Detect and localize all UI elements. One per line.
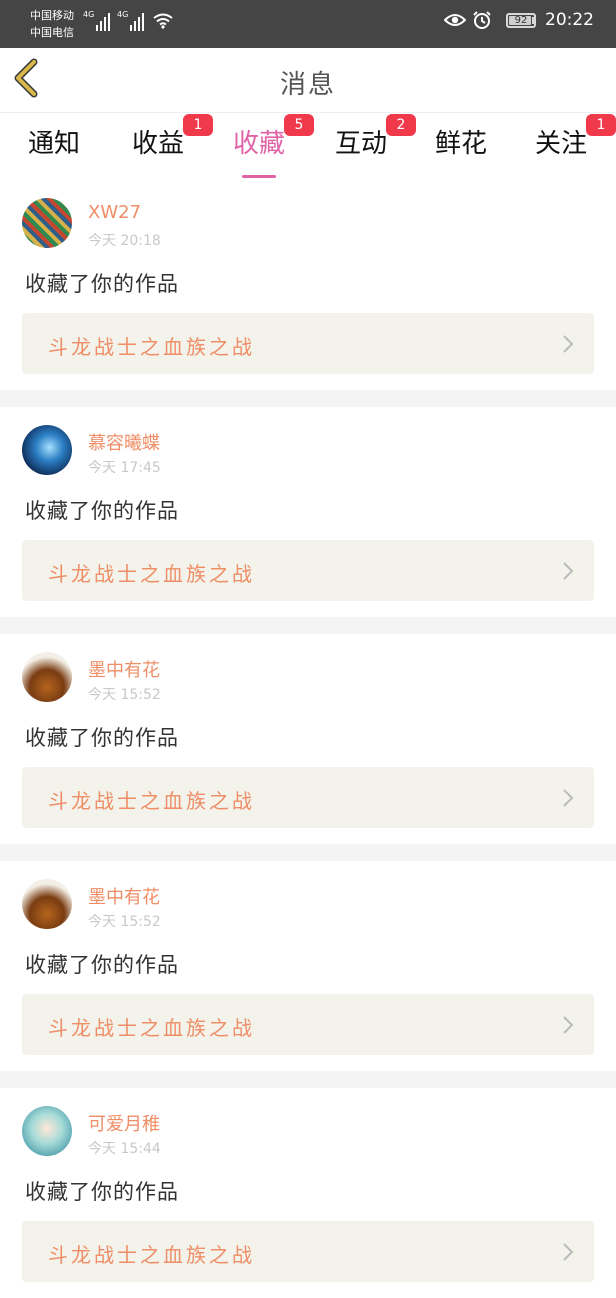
list-item: 慕容曦蝶 今天 17:45 收藏了你的作品 斗龙战士之血族之战: [0, 407, 616, 617]
message-list: XW27 今天 20:18 收藏了你的作品 斗龙战士之血族之战 慕容曦蝶 今天 …: [0, 180, 616, 1298]
timestamp: 今天 15:44: [88, 1141, 161, 1157]
signal-icon: 4G: [117, 10, 145, 31]
work-link[interactable]: 斗龙战士之血族之战: [22, 1221, 594, 1282]
clock: 20:22: [545, 10, 594, 30]
divider: [0, 1071, 616, 1088]
avatar[interactable]: [22, 198, 72, 248]
message-text: 收藏了你的作品: [25, 1180, 179, 1204]
avatar[interactable]: [22, 652, 72, 702]
list-item: 墨中有花 今天 15:52 收藏了你的作品 斗龙战士之血族之战: [0, 634, 616, 844]
work-link[interactable]: 斗龙战士之血族之战: [22, 540, 594, 601]
message-text: 收藏了你的作品: [25, 953, 179, 977]
tab-label: 关注: [534, 129, 587, 159]
eye-icon: [444, 14, 466, 26]
status-right-group: 92 20:22: [444, 10, 594, 30]
divider: [0, 390, 616, 407]
avatar[interactable]: [22, 425, 72, 475]
battery-icon: 92: [506, 12, 536, 28]
timestamp: 今天 20:18: [88, 233, 161, 249]
tab-bar: 通知 收益 1 收藏 5 互动 2 鲜花 关注 1: [0, 113, 616, 178]
chevron-right-icon: [563, 1243, 574, 1261]
network-type-label: 4G: [117, 10, 129, 19]
avatar[interactable]: [22, 1106, 72, 1156]
tab-label: 收藏: [232, 129, 285, 159]
timestamp: 今天 17:45: [88, 460, 161, 476]
list-item: XW27 今天 20:18 收藏了你的作品 斗龙战士之血族之战: [0, 180, 616, 390]
signal-icon: 4G: [83, 10, 111, 31]
username[interactable]: 墨中有花: [88, 883, 160, 909]
tab-following[interactable]: 关注 1: [516, 114, 616, 173]
work-link[interactable]: 斗龙战士之血族之战: [22, 313, 594, 374]
tab-label: 鲜花: [434, 129, 487, 159]
username[interactable]: 可爱月稚: [88, 1110, 160, 1136]
work-title: 斗龙战士之血族之战: [48, 562, 255, 586]
tab-favorites[interactable]: 收藏 5: [214, 114, 314, 178]
tab-label: 收益: [131, 129, 184, 159]
tab-badge: 2: [386, 114, 416, 136]
work-title: 斗龙战士之血族之战: [48, 1243, 255, 1267]
work-link[interactable]: 斗龙战士之血族之战: [22, 994, 594, 1055]
message-text: 收藏了你的作品: [25, 272, 179, 296]
username[interactable]: XW27: [88, 202, 141, 223]
chevron-right-icon: [563, 1016, 574, 1034]
divider: [0, 617, 616, 634]
carrier-1: 中国移动: [30, 9, 74, 22]
chevron-right-icon: [563, 335, 574, 353]
list-item: 可爱月稚 今天 15:44 收藏了你的作品 斗龙战士之血族之战: [0, 1088, 616, 1298]
tab-interactions[interactable]: 互动 2: [316, 114, 416, 173]
username[interactable]: 慕容曦蝶: [88, 429, 160, 455]
battery-level: 92: [514, 14, 528, 26]
tab-earnings[interactable]: 收益 1: [113, 114, 213, 173]
tab-label: 互动: [334, 129, 387, 159]
chevron-right-icon: [563, 562, 574, 580]
divider: [0, 844, 616, 861]
carrier-labels: 中国移动 中国电信: [30, 7, 74, 41]
list-item: 墨中有花 今天 15:52 收藏了你的作品 斗龙战士之血族之战: [0, 861, 616, 1071]
active-tab-indicator: [242, 175, 276, 178]
work-title: 斗龙战士之血族之战: [48, 335, 255, 359]
wifi-icon: [153, 13, 173, 29]
username[interactable]: 墨中有花: [88, 656, 160, 682]
page-title: 消息: [279, 70, 336, 100]
work-link[interactable]: 斗龙战士之血族之战: [22, 767, 594, 828]
tab-flowers[interactable]: 鲜花: [416, 123, 506, 173]
avatar[interactable]: [22, 879, 72, 929]
timestamp: 今天 15:52: [88, 914, 161, 930]
tab-badge: 5: [284, 114, 314, 136]
tab-notifications[interactable]: 通知: [9, 123, 99, 173]
timestamp: 今天 15:52: [88, 687, 161, 703]
work-title: 斗龙战士之血族之战: [48, 789, 255, 813]
tab-label: 通知: [27, 129, 80, 159]
network-type-label: 4G: [83, 10, 95, 19]
app-header: 消息: [0, 48, 616, 113]
tab-badge: 1: [183, 114, 213, 136]
message-text: 收藏了你的作品: [25, 499, 179, 523]
tab-badge: 1: [586, 114, 616, 136]
work-title: 斗龙战士之血族之战: [48, 1016, 255, 1040]
alarm-icon: [473, 11, 491, 29]
message-text: 收藏了你的作品: [25, 726, 179, 750]
chevron-right-icon: [563, 789, 574, 807]
status-bar: 中国移动 中国电信 4G 4G 92 20:22: [0, 0, 616, 48]
carrier-2: 中国电信: [30, 26, 74, 39]
